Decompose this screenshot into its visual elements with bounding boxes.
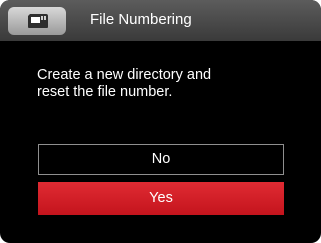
- file-numbering-screen: File Numbering Create a new directory an…: [0, 0, 321, 243]
- description-text: Create a new directory and reset the fil…: [37, 67, 212, 100]
- sd-card-icon: [28, 14, 48, 28]
- no-button[interactable]: No: [38, 144, 284, 175]
- yes-button[interactable]: Yes: [38, 182, 284, 215]
- sd-card-tab: [8, 7, 66, 35]
- page-title: File Numbering: [90, 11, 192, 28]
- menu-header: File Numbering: [0, 0, 321, 41]
